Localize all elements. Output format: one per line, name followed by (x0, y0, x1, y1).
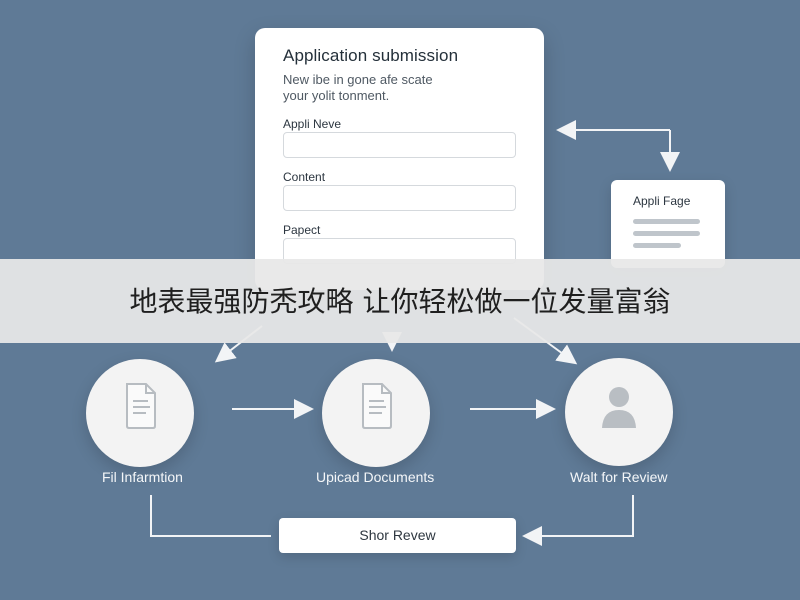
user-icon (602, 387, 636, 428)
page-card-line-3 (633, 243, 681, 248)
step-label-wait-for-review: Walt for Review (570, 469, 668, 485)
field-label-2: Content (283, 170, 326, 184)
caption-banner: 地表最强防秃攻略 让你轻松做一位发量富翁 (0, 259, 800, 343)
form-subtitle: New ibe in gone afe scate your yolit ton… (283, 72, 433, 103)
application-form-card: Application submission New ibe in gone a… (255, 28, 544, 290)
document-icon (362, 383, 392, 429)
page-card-line-2 (633, 231, 700, 236)
document-icon (126, 383, 156, 429)
page-card-title: Appli Fage (633, 194, 691, 208)
step-label-fill-information: Fil Infarmtion (102, 469, 183, 485)
workflow-diagram: Application submission New ibe in gone a… (0, 0, 800, 600)
form-title: Application submission (283, 46, 459, 65)
page-card-line-1 (633, 219, 700, 224)
step-fill-information[interactable] (86, 359, 194, 467)
step-wait-for-review[interactable] (565, 358, 673, 466)
field-input-1[interactable] (283, 132, 516, 158)
step-upload-documents[interactable] (322, 359, 430, 467)
return-line-left (150, 495, 271, 537)
field-label-3: Papect (283, 223, 321, 237)
application-page-card[interactable]: Appli Fage (611, 180, 725, 268)
step-label-upload-documents: Upicad Documents (316, 469, 435, 485)
review-button-label: Shor Revew (359, 527, 436, 543)
field-label-1: Appli Neve (283, 117, 342, 131)
field-input-2[interactable] (283, 185, 516, 211)
review-button[interactable]: Shor Revew (279, 518, 516, 553)
return-line-right (522, 495, 634, 546)
banner-text: 地表最强防秃攻略 让你轻松做一位发量富翁 (129, 285, 671, 318)
